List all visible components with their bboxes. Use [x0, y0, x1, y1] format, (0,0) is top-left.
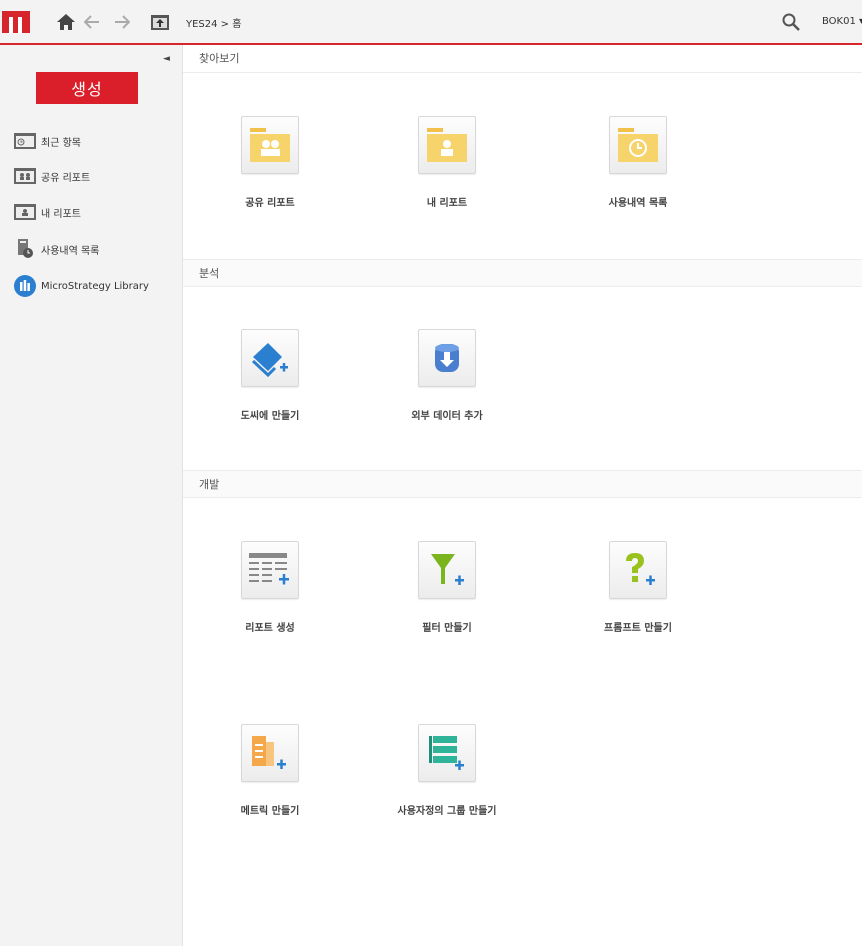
sidebar: ◄ 생성 최근 항목 공유 리포트 내 리포트 사용내역 목록 MicroStr…: [0, 45, 183, 946]
sidebar-item-label: 내 리포트: [41, 208, 81, 220]
tile-label: 메트릭 만들기: [240, 806, 300, 817]
tile-label: 사용내역 목록: [608, 198, 668, 209]
tile-add-external-data[interactable]: 외부 데이터 추가: [372, 329, 522, 422]
microstrategy-logo-icon[interactable]: [2, 11, 30, 33]
sidebar-item-my-reports[interactable]: 내 리포트: [14, 201, 81, 223]
back-arrow-icon[interactable]: [83, 11, 101, 33]
create-report-icon: [241, 541, 299, 599]
tile-create-filter[interactable]: 필터 만들기: [372, 541, 522, 634]
sidebar-item-recent[interactable]: 최근 항목: [14, 130, 81, 152]
tile-create-custom-group[interactable]: 사용자정의 그룹 만들기: [372, 724, 522, 817]
history-list-icon: [14, 239, 36, 258]
tile-label: 사용자정의 그룹 만들기: [397, 806, 497, 817]
tile-label: 필터 만들기: [422, 623, 472, 634]
section-analysis-title: 분석: [183, 259, 862, 287]
user-menu[interactable]: BOK01 ▾: [822, 16, 862, 27]
top-toolbar: YES24 > 홈 BOK01 ▾: [0, 0, 862, 45]
tile-my-reports[interactable]: 내 리포트: [372, 116, 522, 209]
breadcrumb[interactable]: YES24 > 홈: [186, 15, 241, 30]
create-prompt-icon: [609, 541, 667, 599]
home-icon[interactable]: [55, 11, 77, 33]
create-filter-icon: [418, 541, 476, 599]
create-button[interactable]: 생성: [36, 72, 138, 104]
tile-create-metric[interactable]: 메트릭 만들기: [195, 724, 345, 817]
history-folder-icon: [609, 116, 667, 174]
sidebar-item-label: 공유 리포트: [41, 172, 91, 184]
sidebar-item-label: MicroStrategy Library: [41, 280, 149, 292]
tile-create-prompt[interactable]: 프롬프트 만들기: [563, 541, 713, 634]
forward-arrow-icon[interactable]: [113, 11, 131, 33]
tile-history[interactable]: 사용내역 목록: [563, 116, 713, 209]
tile-create-dossier[interactable]: 도씨에 만들기: [195, 329, 345, 422]
tile-label: 프롬프트 만들기: [604, 623, 672, 634]
tile-label: 외부 데이터 추가: [411, 411, 483, 422]
tile-label: 공유 리포트: [245, 198, 295, 209]
search-icon[interactable]: [781, 11, 801, 33]
tile-label: 리포트 생성: [245, 623, 295, 634]
sidebar-item-label: 최근 항목: [41, 137, 81, 149]
sidebar-item-shared-reports[interactable]: 공유 리포트: [14, 165, 90, 187]
sidebar-item-label: 사용내역 목록: [41, 245, 100, 257]
create-custom-group-icon: [418, 724, 476, 782]
my-reports-folder-icon: [418, 116, 476, 174]
tile-shared-reports[interactable]: 공유 리포트: [195, 116, 345, 209]
shared-folder-icon: [14, 167, 36, 185]
recent-folder-icon: [14, 132, 36, 150]
up-folder-icon[interactable]: [150, 11, 170, 33]
section-develop-title: 개발: [183, 470, 862, 498]
sidebar-item-library[interactable]: MicroStrategy Library: [14, 275, 149, 297]
create-metric-icon: [241, 724, 299, 782]
section-browse-title: 찾아보기: [183, 45, 862, 73]
shared-reports-folder-icon: [241, 116, 299, 174]
create-dossier-icon: [241, 329, 299, 387]
sidebar-item-history[interactable]: 사용내역 목록: [14, 238, 99, 260]
library-icon: [14, 275, 36, 297]
my-folder-icon: [14, 203, 36, 221]
tile-label: 내 리포트: [426, 198, 468, 209]
collapse-sidebar-icon[interactable]: ◄: [163, 54, 170, 64]
add-external-data-icon: [418, 329, 476, 387]
tile-label: 도씨에 만들기: [240, 411, 300, 422]
tile-create-report[interactable]: 리포트 생성: [195, 541, 345, 634]
